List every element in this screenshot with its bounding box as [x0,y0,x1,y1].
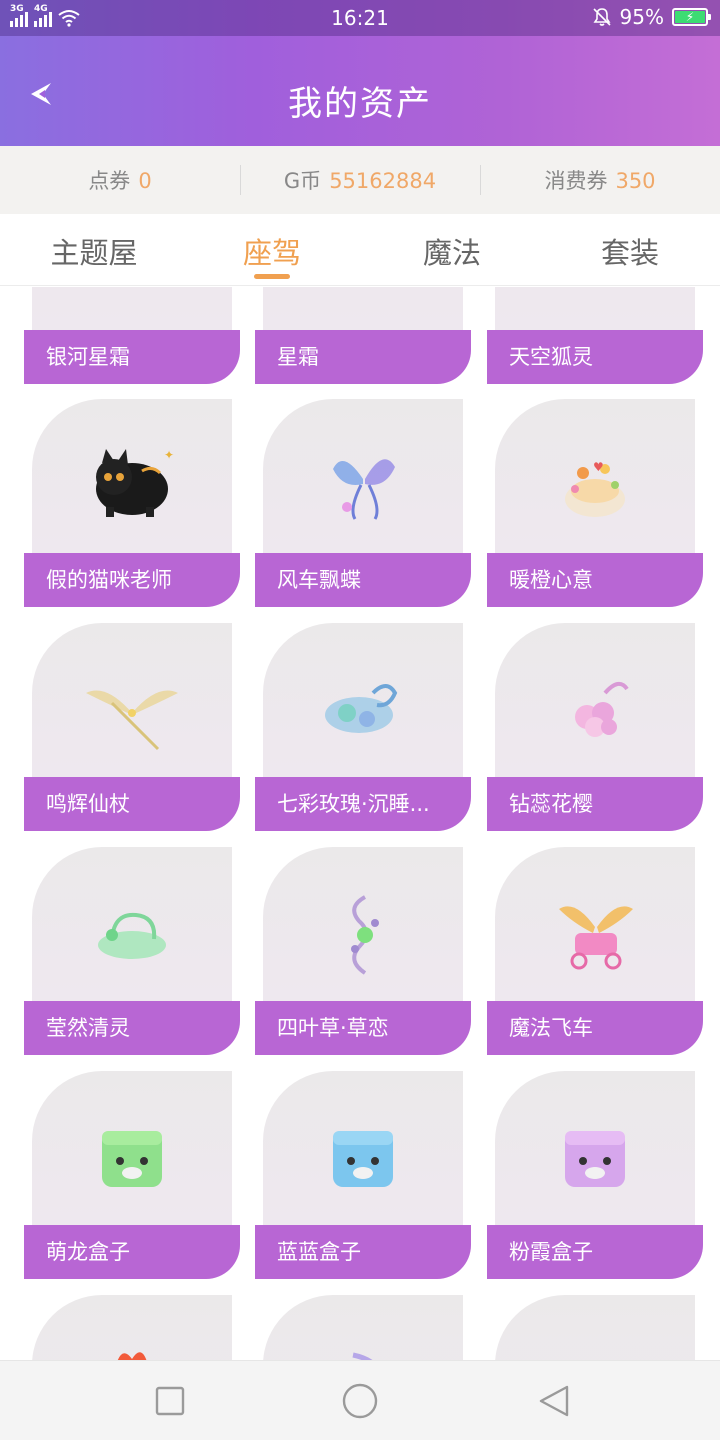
battery-percent: 95% [619,5,664,29]
item-card[interactable]: 萌龙盒子 [24,1071,240,1279]
balance-gcoin: G币 55162884 [240,165,480,195]
moon-mount-icon [352,1352,373,1360]
item-card[interactable]: 天空狐灵 [487,287,703,384]
item-name: 萌龙盒子 [24,1225,240,1279]
category-tabs: 主题屋 座驾 魔法 套装 [0,214,720,286]
tab-magic[interactable]: 魔法 [382,230,522,272]
tab-outfits[interactable]: 套装 [560,230,700,272]
back-nav-button[interactable] [534,1381,574,1421]
home-button[interactable] [340,1381,380,1421]
item-card[interactable] [487,1295,703,1360]
tab-theme-house[interactable]: 主题屋 [24,230,164,272]
flower-mount-icon [535,1325,655,1360]
battery-charging-icon: ⚡ [672,8,711,26]
item-card[interactable] [255,1295,471,1360]
balance-coupon: 消费券 350 [480,165,720,195]
app-header: 3G 4G 16:21 95% ⚡ 我的资产 [0,0,720,146]
svg-text:♥: ♥ [593,460,604,474]
item-card[interactable]: 风车飘蝶 [255,399,471,607]
rose-mount-icon [325,684,398,733]
item-card[interactable]: 莹然清灵 [24,847,240,1055]
item-name: 风车飘蝶 [255,553,471,607]
blue-box-mount-icon [333,1131,393,1187]
item-card[interactable] [24,1295,240,1360]
butterfly-mount-icon [333,459,395,520]
item-name: 七彩玫瑰·沉睡... [255,777,471,831]
svg-text:✦: ✦ [164,448,174,462]
system-nav-bar [0,1360,720,1440]
page-title: 我的资产 [288,84,432,124]
status-bar: 3G 4G 16:21 95% ⚡ [0,0,720,36]
item-name: 粉霞盒子 [487,1225,703,1279]
item-name: 银河星霜 [24,330,240,384]
square-recents-icon [155,1386,185,1416]
orange-heart-mount-icon: ♥ [565,460,625,517]
purple-box-mount-icon [565,1131,625,1187]
tab-mounts[interactable]: 座驾 [202,230,342,272]
item-name: 鸣辉仙杖 [24,777,240,831]
balance-bar: 点券 0 G币 55162884 消费券 350 [0,146,720,214]
golden-wings-mount-icon [86,690,178,751]
fire-mount-icon [117,1352,147,1360]
item-card[interactable]: 银河星霜 [24,287,240,384]
magic-carriage-mount-icon [559,906,633,970]
green-spirit-mount-icon [98,912,166,959]
item-name: 莹然清灵 [24,1001,240,1055]
triangle-back-icon [539,1385,569,1417]
item-name: 钻蕊花樱 [487,777,703,831]
item-name: 暖橙心意 [487,553,703,607]
item-name: 蓝蓝盒子 [255,1225,471,1279]
item-name: 四叶草·草恋 [255,1001,471,1055]
item-name: 天空狐灵 [487,330,703,384]
active-tab-indicator [254,274,290,279]
item-name: 星霜 [255,330,471,384]
item-card[interactable]: 鸣辉仙杖 [24,623,240,831]
black-cat-mount-icon: ✦ [96,448,174,517]
recents-button[interactable] [150,1381,190,1421]
item-card[interactable]: ♥ 暖橙心意 [487,399,703,607]
green-box-mount-icon [102,1131,162,1187]
balance-dianquan: 点券 0 [88,169,152,193]
clover-mount-icon [351,895,379,975]
pink-blossom-mount-icon [575,681,629,737]
item-card[interactable]: ✦ 假的猫咪老师 [24,399,240,607]
item-card[interactable]: 魔法飞车 [487,847,703,1055]
bell-muted-icon [592,8,611,26]
item-card[interactable]: 蓝蓝盒子 [255,1071,471,1279]
item-card[interactable]: 七彩玫瑰·沉睡... [255,623,471,831]
circle-home-icon [342,1383,378,1419]
mount-grid: 银河星霜 星霜 天空狐灵 ✦ 假的猫咪老师 风车飘蝶 ♥ 暖橙心意 鸣辉仙杖 七… [0,287,720,1360]
item-card[interactable]: 四叶草·草恋 [255,847,471,1055]
item-name: 假的猫咪老师 [24,553,240,607]
item-card[interactable]: 粉霞盒子 [487,1071,703,1279]
item-card[interactable]: 钻蕊花樱 [487,623,703,831]
item-name: 魔法飞车 [487,1001,703,1055]
title-bar: 我的资产 [0,36,720,146]
item-card[interactable]: 星霜 [255,287,471,384]
